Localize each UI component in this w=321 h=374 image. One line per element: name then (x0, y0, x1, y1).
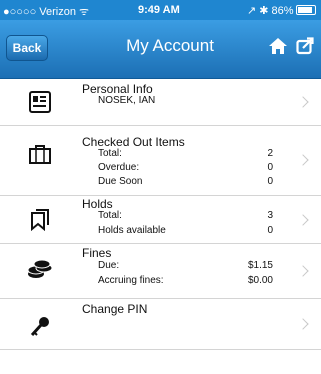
status-indicators: ↗ ✱ 86% (247, 5, 294, 17)
nav-bar: Back My Account (0, 20, 321, 79)
clock: 9:49 AM (138, 4, 180, 16)
accruing-fines-label: Accruing fines: (98, 275, 164, 286)
page-title: My Account (126, 36, 214, 55)
checked-out-total-label: Total: (98, 148, 122, 159)
checked-out-row[interactable]: Checked Out Items Total: 2 Overdue: 0 Du… (0, 126, 321, 196)
key-icon (30, 317, 49, 337)
holds-total-value: 3 (267, 210, 273, 221)
chevron-right-icon (297, 96, 309, 108)
chevron-right-icon (297, 265, 309, 277)
status-bar: ●○○○○ Verizon ᯤ 9:49 AM ↗ ✱ 86% (0, 0, 321, 20)
holds-available-label: Holds available (98, 225, 166, 236)
accruing-fines-value: $0.00 (247, 275, 273, 286)
change-pin-row[interactable]: Change PIN (0, 299, 321, 350)
personal-info-row[interactable]: Personal Info NOSEK, IAN (0, 79, 321, 126)
bookmark-icon (31, 209, 49, 231)
chevron-right-icon (297, 318, 309, 330)
id-card-icon (29, 91, 51, 113)
due-soon-value: 0 (267, 176, 273, 187)
overdue-value: 0 (267, 162, 273, 173)
carrier-label: ●○○○○ Verizon ᯤ (3, 6, 90, 18)
overdue-label: Overdue: (98, 162, 140, 173)
share-icon[interactable] (295, 36, 315, 56)
personal-info-title: Personal Info (82, 82, 153, 96)
battery-fill (298, 7, 312, 13)
holds-row[interactable]: Holds Total: 3 Holds available 0 (0, 196, 321, 244)
patron-name: NOSEK, IAN (98, 95, 156, 106)
account-menu: Personal Info NOSEK, IAN Checked Out Ite… (0, 79, 321, 350)
fines-row[interactable]: Fines Due: $1.15 Accruing fines: $0.00 (0, 244, 321, 299)
briefcase-icon (29, 145, 51, 164)
holds-total-label: Total: (98, 210, 122, 221)
chevron-right-icon (297, 214, 309, 226)
checked-out-title: Checked Out Items (82, 135, 185, 149)
coins-icon (27, 259, 53, 278)
chevron-right-icon (297, 154, 309, 166)
fines-due-label: Due: (98, 260, 120, 271)
change-pin-title: Change PIN (82, 302, 148, 316)
checked-out-total-value: 2 (267, 148, 273, 159)
holds-available-value: 0 (267, 225, 273, 236)
back-button[interactable]: Back (6, 35, 48, 61)
due-soon-label: Due Soon (98, 176, 143, 187)
fines-due-value: $1.15 (247, 260, 273, 271)
battery-icon (296, 5, 316, 15)
home-icon[interactable] (268, 36, 288, 56)
holds-title: Holds (82, 197, 113, 211)
fines-title: Fines (82, 246, 112, 260)
